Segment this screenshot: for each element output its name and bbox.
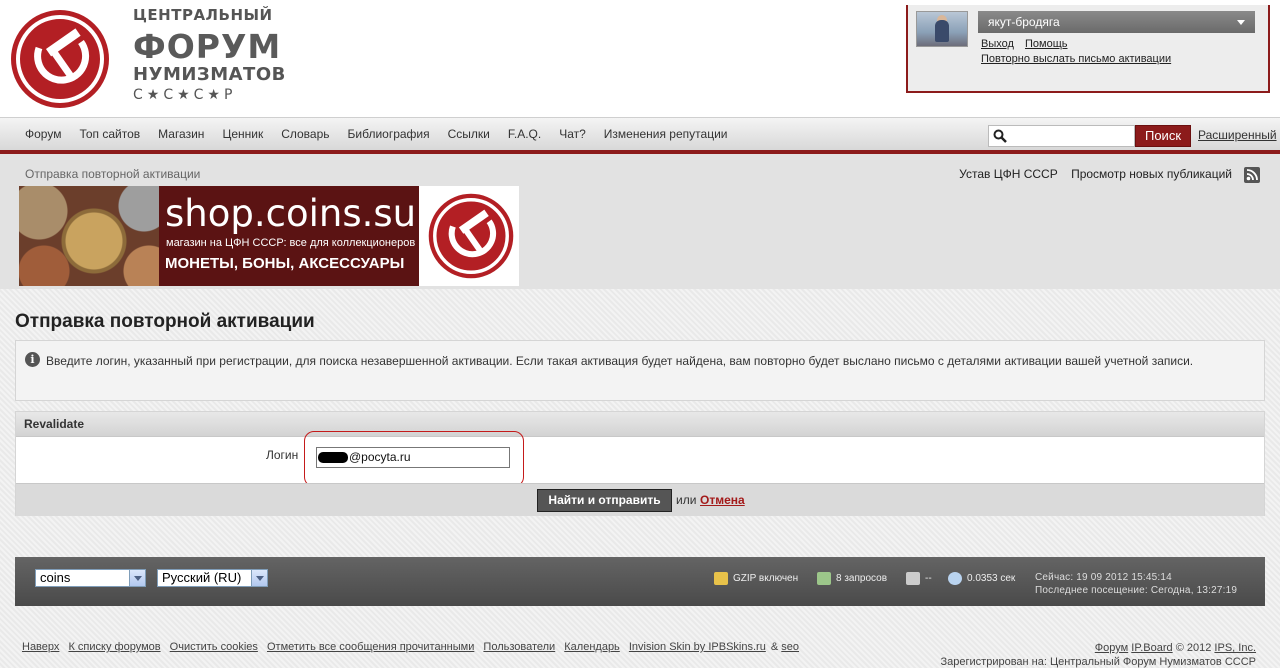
user-links: Выход Помощь Повторно выслать письмо акт…	[981, 38, 1179, 65]
advanced-search-link[interactable]: Расширенный	[1198, 128, 1277, 142]
banner-site: shop.coins.su	[165, 192, 417, 235]
seo-link[interactable]: seo	[781, 641, 799, 653]
nav-item-bibliography[interactable]: Библиография	[339, 118, 439, 150]
ips-link[interactable]: IPS, Inc.	[1214, 642, 1256, 654]
resend-activation-link[interactable]: Повторно выслать письмо активации	[981, 53, 1171, 65]
server-icon	[906, 572, 920, 585]
nav-item-dictionary[interactable]: Словарь	[272, 118, 338, 150]
current-time: Сейчас: 19 09 2012 15:45:14	[1035, 572, 1172, 583]
ipboard-link[interactable]: IP.Board	[1131, 642, 1172, 654]
gzip-stat: GZIP включен	[714, 572, 798, 585]
nav-item-top-sites[interactable]: Топ сайтов	[70, 118, 149, 150]
help-link[interactable]: Помощь	[1025, 38, 1068, 50]
shop-banner[interactable]: shop.coins.su магазин на ЦФН СССР: все д…	[19, 186, 519, 286]
sub-links: Устав ЦФН СССР Просмотр новых публикаций	[949, 167, 1232, 181]
skin-select[interactable]: coins	[35, 569, 146, 587]
page-title: Отправка повторной активации	[15, 311, 315, 332]
info-message: i Введите логин, указанный при регистрац…	[15, 340, 1265, 401]
banner-text: shop.coins.su магазин на ЦФН СССР: все д…	[159, 186, 419, 286]
clock-icon	[948, 572, 962, 585]
forum-list-link[interactable]: К списку форумов	[68, 641, 160, 653]
exec-time-stat: 0.0353 сек	[948, 572, 1015, 585]
hammer-sickle-logo-icon[interactable]	[9, 8, 111, 110]
hammer-sickle-logo-icon	[428, 193, 514, 279]
cancel-link[interactable]: Отмена	[700, 493, 745, 507]
revalidate-form: Revalidate Логин @pocyta.ru Найти и отпр…	[15, 411, 1265, 516]
info-icon: i	[25, 352, 40, 367]
rss-icon[interactable]	[1244, 167, 1260, 183]
nav-item-faq[interactable]: F.A.Q.	[499, 118, 550, 150]
info-text: Введите логин, указанный при регистрации…	[46, 354, 1194, 368]
nav-item-reputation[interactable]: Изменения репутации	[595, 118, 737, 150]
gzip-icon	[714, 572, 728, 585]
registered-text: Зарегистрирован на: Центральный Форум Ну…	[940, 656, 1256, 668]
logo-line-2: ФОРУМ	[133, 27, 282, 66]
or-text: или	[676, 493, 697, 507]
form-header: Revalidate	[16, 412, 1264, 437]
search-button[interactable]: Поиск	[1135, 125, 1191, 147]
user-avatar[interactable]	[916, 11, 968, 47]
banner-tagline: магазин на ЦФН СССР: все для коллекционе…	[166, 237, 416, 249]
search-input[interactable]	[988, 125, 1135, 147]
breadcrumb[interactable]: Отправка повторной активации	[25, 167, 200, 181]
coins-image	[19, 186, 169, 286]
members-link[interactable]: Пользователи	[483, 641, 555, 653]
chevron-down-icon	[1237, 20, 1245, 25]
mark-read-link[interactable]: Отметить все сообщения прочитанными	[267, 641, 474, 653]
header: ЦЕНТРАЛЬНЫЙ ФОРУМ НУМИЗМАТОВ С★С★С★Р яку…	[0, 0, 1280, 117]
nav-item-prices[interactable]: Ценник	[213, 118, 272, 150]
form-actions: Найти и отправить или Отмена	[16, 483, 1264, 516]
logo-text: ЦЕНТРАЛЬНЫЙ ФОРУМ НУМИЗМАТОВ С★С★С★Р	[133, 8, 286, 103]
user-name: якут-бродяга	[988, 15, 1060, 29]
database-icon	[817, 572, 831, 585]
form-title: Revalidate	[24, 417, 85, 431]
language-select[interactable]: Русский (RU)	[157, 569, 268, 587]
logo-line-4: С★С★С★Р	[133, 87, 237, 103]
new-posts-link[interactable]: Просмотр новых публикаций	[1071, 167, 1232, 181]
last-visit: Последнее посещение: Сегодна, 13:27:19	[1035, 585, 1238, 596]
nav-item-links[interactable]: Ссылки	[439, 118, 499, 150]
skin-value: coins	[40, 570, 71, 585]
search-icon	[993, 129, 1007, 143]
language-value: Русский (RU)	[162, 570, 242, 585]
user-menu-dropdown[interactable]: якут-бродяга	[978, 11, 1255, 33]
nav-item-chat[interactable]: Чат?	[550, 118, 595, 150]
queries-stat: 8 запросов	[817, 572, 887, 585]
redaction-mark	[318, 452, 348, 463]
to-top-link[interactable]: Наверх	[22, 641, 59, 653]
bottom-links: Наверх К списку форумов Очистить cookies…	[22, 641, 805, 653]
chevron-down-icon	[251, 570, 267, 586]
nav-item-forum[interactable]: Форум	[16, 118, 70, 150]
login-label: Логин	[266, 448, 299, 462]
calendar-link[interactable]: Календарь	[564, 641, 620, 653]
nav-item-shop[interactable]: Магазин	[149, 118, 213, 150]
rules-link[interactable]: Устав ЦФН СССР	[959, 167, 1058, 181]
footer-bar: coins Русский (RU) GZIP включен 8 запрос…	[15, 557, 1265, 606]
clear-cookies-link[interactable]: Очистить cookies	[170, 641, 258, 653]
time-info: Сейчас: 19 09 2012 15:45:14 Последнее по…	[1035, 571, 1237, 597]
memory-stat: --	[906, 572, 932, 585]
forum-link[interactable]: Форум	[1095, 642, 1128, 654]
user-panel: якут-бродяга Выход Помощь Повторно высла…	[906, 5, 1270, 93]
skin-credit-link[interactable]: Invision Skin by IPBSkins.ru	[629, 641, 766, 653]
copyright-year: © 2012	[1175, 642, 1212, 654]
submit-button[interactable]: Найти и отправить	[537, 489, 672, 512]
chevron-down-icon	[129, 570, 145, 586]
logo-line-3: НУМИЗМАТОВ	[133, 64, 286, 85]
logout-link[interactable]: Выход	[981, 38, 1014, 50]
copyright-block: Форум IP.Board © 2012 IPS, Inc. Зарегист…	[941, 641, 1256, 668]
ampersand: &	[770, 641, 779, 653]
main-nav: Форум Топ сайтов Магазин Ценник Словарь …	[0, 117, 1280, 150]
banner-category: МОНЕТЫ, БОНЫ, АКСЕССУАРЫ	[165, 255, 405, 272]
